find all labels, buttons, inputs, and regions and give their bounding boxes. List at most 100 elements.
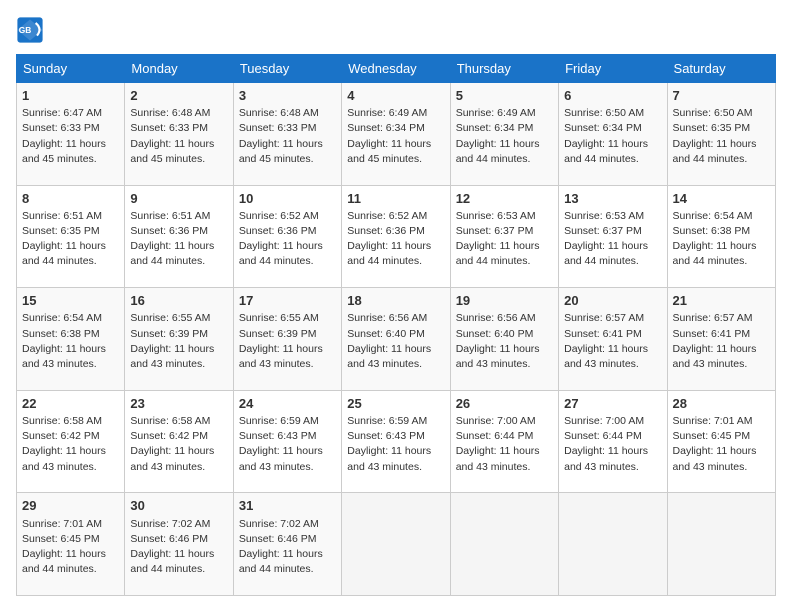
day-detail: Sunrise: 6:50 AMSunset: 6:34 PMDaylight:… (564, 106, 661, 167)
week-row-1: 1Sunrise: 6:47 AMSunset: 6:33 PMDaylight… (17, 83, 776, 186)
day-number: 31 (239, 497, 336, 515)
day-number: 2 (130, 87, 227, 105)
day-cell: 10Sunrise: 6:52 AMSunset: 6:36 PMDayligh… (233, 185, 341, 288)
day-detail: Sunrise: 6:56 AMSunset: 6:40 PMDaylight:… (456, 311, 553, 372)
day-cell: 24Sunrise: 6:59 AMSunset: 6:43 PMDayligh… (233, 390, 341, 493)
header-day-thursday: Thursday (450, 55, 558, 83)
day-number: 18 (347, 292, 444, 310)
header-day-monday: Monday (125, 55, 233, 83)
day-detail: Sunrise: 6:57 AMSunset: 6:41 PMDaylight:… (673, 311, 770, 372)
day-number: 27 (564, 395, 661, 413)
day-cell: 21Sunrise: 6:57 AMSunset: 6:41 PMDayligh… (667, 288, 775, 391)
day-detail: Sunrise: 6:52 AMSunset: 6:36 PMDaylight:… (347, 209, 444, 270)
day-cell: 22Sunrise: 6:58 AMSunset: 6:42 PMDayligh… (17, 390, 125, 493)
logo-icon: GB (16, 16, 44, 44)
day-detail: Sunrise: 7:02 AMSunset: 6:46 PMDaylight:… (130, 517, 227, 578)
day-detail: Sunrise: 6:47 AMSunset: 6:33 PMDaylight:… (22, 106, 119, 167)
day-detail: Sunrise: 6:49 AMSunset: 6:34 PMDaylight:… (347, 106, 444, 167)
day-cell: 4Sunrise: 6:49 AMSunset: 6:34 PMDaylight… (342, 83, 450, 186)
logo: GB (16, 16, 48, 44)
day-number: 5 (456, 87, 553, 105)
day-number: 6 (564, 87, 661, 105)
day-cell: 12Sunrise: 6:53 AMSunset: 6:37 PMDayligh… (450, 185, 558, 288)
header-day-wednesday: Wednesday (342, 55, 450, 83)
calendar-header: SundayMondayTuesdayWednesdayThursdayFrid… (17, 55, 776, 83)
day-cell: 9Sunrise: 6:51 AMSunset: 6:36 PMDaylight… (125, 185, 233, 288)
week-row-5: 29 Sunrise: 7:01 AMSunset: 6:45 PMDayligh… (17, 493, 776, 596)
day-detail: Sunrise: 6:55 AMSunset: 6:39 PMDaylight:… (239, 311, 336, 372)
day-number: 3 (239, 87, 336, 105)
day-cell: 20Sunrise: 6:57 AMSunset: 6:41 PMDayligh… (559, 288, 667, 391)
header-day-saturday: Saturday (667, 55, 775, 83)
day-number: 19 (456, 292, 553, 310)
day-number: 8 (22, 190, 119, 208)
week-row-4: 22Sunrise: 6:58 AMSunset: 6:42 PMDayligh… (17, 390, 776, 493)
day-cell: 13Sunrise: 6:53 AMSunset: 6:37 PMDayligh… (559, 185, 667, 288)
day-cell: 11Sunrise: 6:52 AMSunset: 6:36 PMDayligh… (342, 185, 450, 288)
day-detail: Sunrise: 7:01 AMSunset: 6:45 PMDaylight:… (22, 517, 119, 578)
day-cell: 28Sunrise: 7:01 AMSunset: 6:45 PMDayligh… (667, 390, 775, 493)
day-detail: Sunrise: 6:57 AMSunset: 6:41 PMDaylight:… (564, 311, 661, 372)
day-detail: Sunrise: 6:58 AMSunset: 6:42 PMDaylight:… (130, 414, 227, 475)
day-detail: Sunrise: 6:50 AMSunset: 6:35 PMDaylight:… (673, 106, 770, 167)
day-cell: 7Sunrise: 6:50 AMSunset: 6:35 PMDaylight… (667, 83, 775, 186)
day-cell: 15Sunrise: 6:54 AMSunset: 6:38 PMDayligh… (17, 288, 125, 391)
day-detail: Sunrise: 6:54 AMSunset: 6:38 PMDaylight:… (673, 209, 770, 270)
day-cell: 29 Sunrise: 7:01 AMSunset: 6:45 PMDayligh… (17, 493, 125, 596)
page: GB SundayMondayTuesdayWednesdayThursdayF… (0, 0, 792, 612)
day-number: 15 (22, 292, 119, 310)
day-number: 14 (673, 190, 770, 208)
day-number: 20 (564, 292, 661, 310)
day-number: 11 (347, 190, 444, 208)
day-cell: 19Sunrise: 6:56 AMSunset: 6:40 PMDayligh… (450, 288, 558, 391)
day-detail: Sunrise: 6:52 AMSunset: 6:36 PMDaylight:… (239, 209, 336, 270)
calendar-table: SundayMondayTuesdayWednesdayThursdayFrid… (16, 54, 776, 596)
day-detail: Sunrise: 6:51 AMSunset: 6:35 PMDaylight:… (22, 209, 119, 270)
day-detail: Sunrise: 6:56 AMSunset: 6:40 PMDaylight:… (347, 311, 444, 372)
day-detail: Sunrise: 6:48 AMSunset: 6:33 PMDaylight:… (239, 106, 336, 167)
day-number: 29 (22, 497, 119, 515)
day-detail: Sunrise: 6:48 AMSunset: 6:33 PMDaylight:… (130, 106, 227, 167)
day-number: 30 (130, 497, 227, 515)
day-cell: 23Sunrise: 6:58 AMSunset: 6:42 PMDayligh… (125, 390, 233, 493)
day-cell: 26Sunrise: 7:00 AMSunset: 6:44 PMDayligh… (450, 390, 558, 493)
day-cell: 27Sunrise: 7:00 AMSunset: 6:44 PMDayligh… (559, 390, 667, 493)
day-cell: 25Sunrise: 6:59 AMSunset: 6:43 PMDayligh… (342, 390, 450, 493)
header-day-sunday: Sunday (17, 55, 125, 83)
header: GB (16, 16, 776, 44)
day-number: 4 (347, 87, 444, 105)
day-cell: 17Sunrise: 6:55 AMSunset: 6:39 PMDayligh… (233, 288, 341, 391)
day-number: 26 (456, 395, 553, 413)
day-detail: Sunrise: 6:58 AMSunset: 6:42 PMDaylight:… (22, 414, 119, 475)
day-detail: Sunrise: 6:49 AMSunset: 6:34 PMDaylight:… (456, 106, 553, 167)
day-number: 7 (673, 87, 770, 105)
day-cell (450, 493, 558, 596)
day-detail: Sunrise: 7:00 AMSunset: 6:44 PMDaylight:… (564, 414, 661, 475)
week-row-2: 8Sunrise: 6:51 AMSunset: 6:35 PMDaylight… (17, 185, 776, 288)
day-cell: 14Sunrise: 6:54 AMSunset: 6:38 PMDayligh… (667, 185, 775, 288)
day-number: 17 (239, 292, 336, 310)
day-cell: 3Sunrise: 6:48 AMSunset: 6:33 PMDaylight… (233, 83, 341, 186)
day-cell: 30 Sunrise: 7:02 AMSunset: 6:46 PMDayligh… (125, 493, 233, 596)
day-detail: Sunrise: 6:51 AMSunset: 6:36 PMDaylight:… (130, 209, 227, 270)
day-cell: 2Sunrise: 6:48 AMSunset: 6:33 PMDaylight… (125, 83, 233, 186)
header-row: SundayMondayTuesdayWednesdayThursdayFrid… (17, 55, 776, 83)
day-number: 10 (239, 190, 336, 208)
day-number: 13 (564, 190, 661, 208)
day-detail: Sunrise: 6:55 AMSunset: 6:39 PMDaylight:… (130, 311, 227, 372)
day-number: 1 (22, 87, 119, 105)
day-cell: 16Sunrise: 6:55 AMSunset: 6:39 PMDayligh… (125, 288, 233, 391)
day-detail: Sunrise: 6:59 AMSunset: 6:43 PMDaylight:… (347, 414, 444, 475)
day-number: 9 (130, 190, 227, 208)
day-detail: Sunrise: 6:53 AMSunset: 6:37 PMDaylight:… (564, 209, 661, 270)
day-detail: Sunrise: 7:01 AMSunset: 6:45 PMDaylight:… (673, 414, 770, 475)
day-number: 25 (347, 395, 444, 413)
day-detail: Sunrise: 7:00 AMSunset: 6:44 PMDaylight:… (456, 414, 553, 475)
day-number: 28 (673, 395, 770, 413)
day-number: 12 (456, 190, 553, 208)
day-cell (342, 493, 450, 596)
day-cell (559, 493, 667, 596)
header-day-friday: Friday (559, 55, 667, 83)
day-number: 24 (239, 395, 336, 413)
day-number: 16 (130, 292, 227, 310)
